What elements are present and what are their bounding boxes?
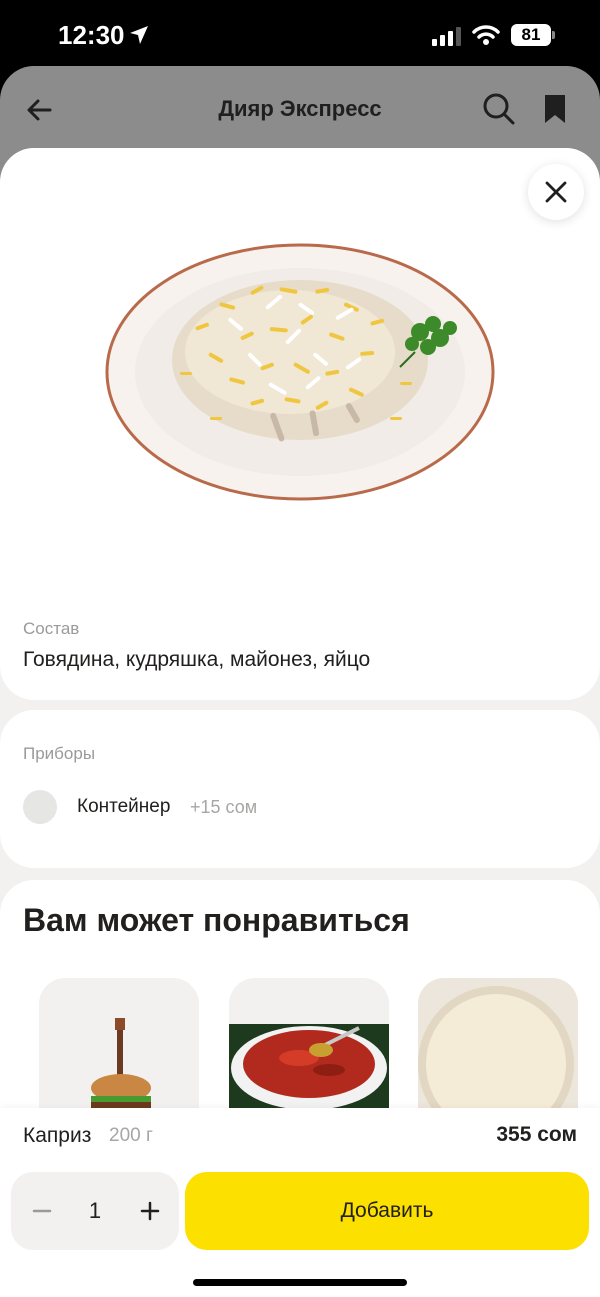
container-radio[interactable] bbox=[23, 790, 57, 824]
search-icon bbox=[483, 93, 515, 125]
product-photo bbox=[105, 243, 495, 501]
bottom-bar: Каприз 200 г 355 сом 1 Добавить bbox=[0, 1108, 600, 1297]
battery-indicator: 81 bbox=[511, 24, 551, 46]
cellular-signal-icon bbox=[432, 27, 461, 46]
composition-text: Говядина, кудряшка, майонез, яйцо bbox=[23, 648, 371, 671]
home-indicator bbox=[193, 1279, 407, 1286]
plus-icon bbox=[140, 1201, 160, 1221]
status-time: 12:30 bbox=[58, 20, 125, 50]
search-button[interactable] bbox=[482, 92, 516, 126]
product-card: Состав Говядина, кудряшка, майонез, яйцо bbox=[0, 148, 600, 700]
location-arrow-icon bbox=[130, 26, 148, 44]
status-bar: 12:30 81 bbox=[0, 0, 600, 70]
utensils-label: Приборы bbox=[23, 744, 96, 763]
bookmark-icon bbox=[545, 95, 565, 123]
item-name: Каприз bbox=[23, 1124, 92, 1147]
bookmark-button[interactable] bbox=[540, 92, 570, 126]
item-weight: 200 г bbox=[109, 1125, 153, 1146]
quantity-stepper: 1 bbox=[11, 1172, 179, 1250]
item-price: 355 сом bbox=[496, 1123, 577, 1146]
wifi-icon bbox=[472, 25, 500, 45]
close-button[interactable] bbox=[528, 164, 584, 220]
increase-button[interactable] bbox=[133, 1194, 167, 1228]
recommendations-title: Вам может понравиться bbox=[23, 902, 410, 938]
battery-tip bbox=[552, 31, 555, 39]
close-icon bbox=[545, 181, 567, 203]
add-to-cart-button[interactable]: Добавить bbox=[185, 1172, 589, 1250]
composition-label: Состав bbox=[23, 619, 80, 638]
utensils-card: Приборы Контейнер +15 сом bbox=[0, 710, 600, 868]
option-price: +15 сом bbox=[190, 797, 258, 817]
option-name[interactable]: Контейнер bbox=[77, 796, 170, 818]
